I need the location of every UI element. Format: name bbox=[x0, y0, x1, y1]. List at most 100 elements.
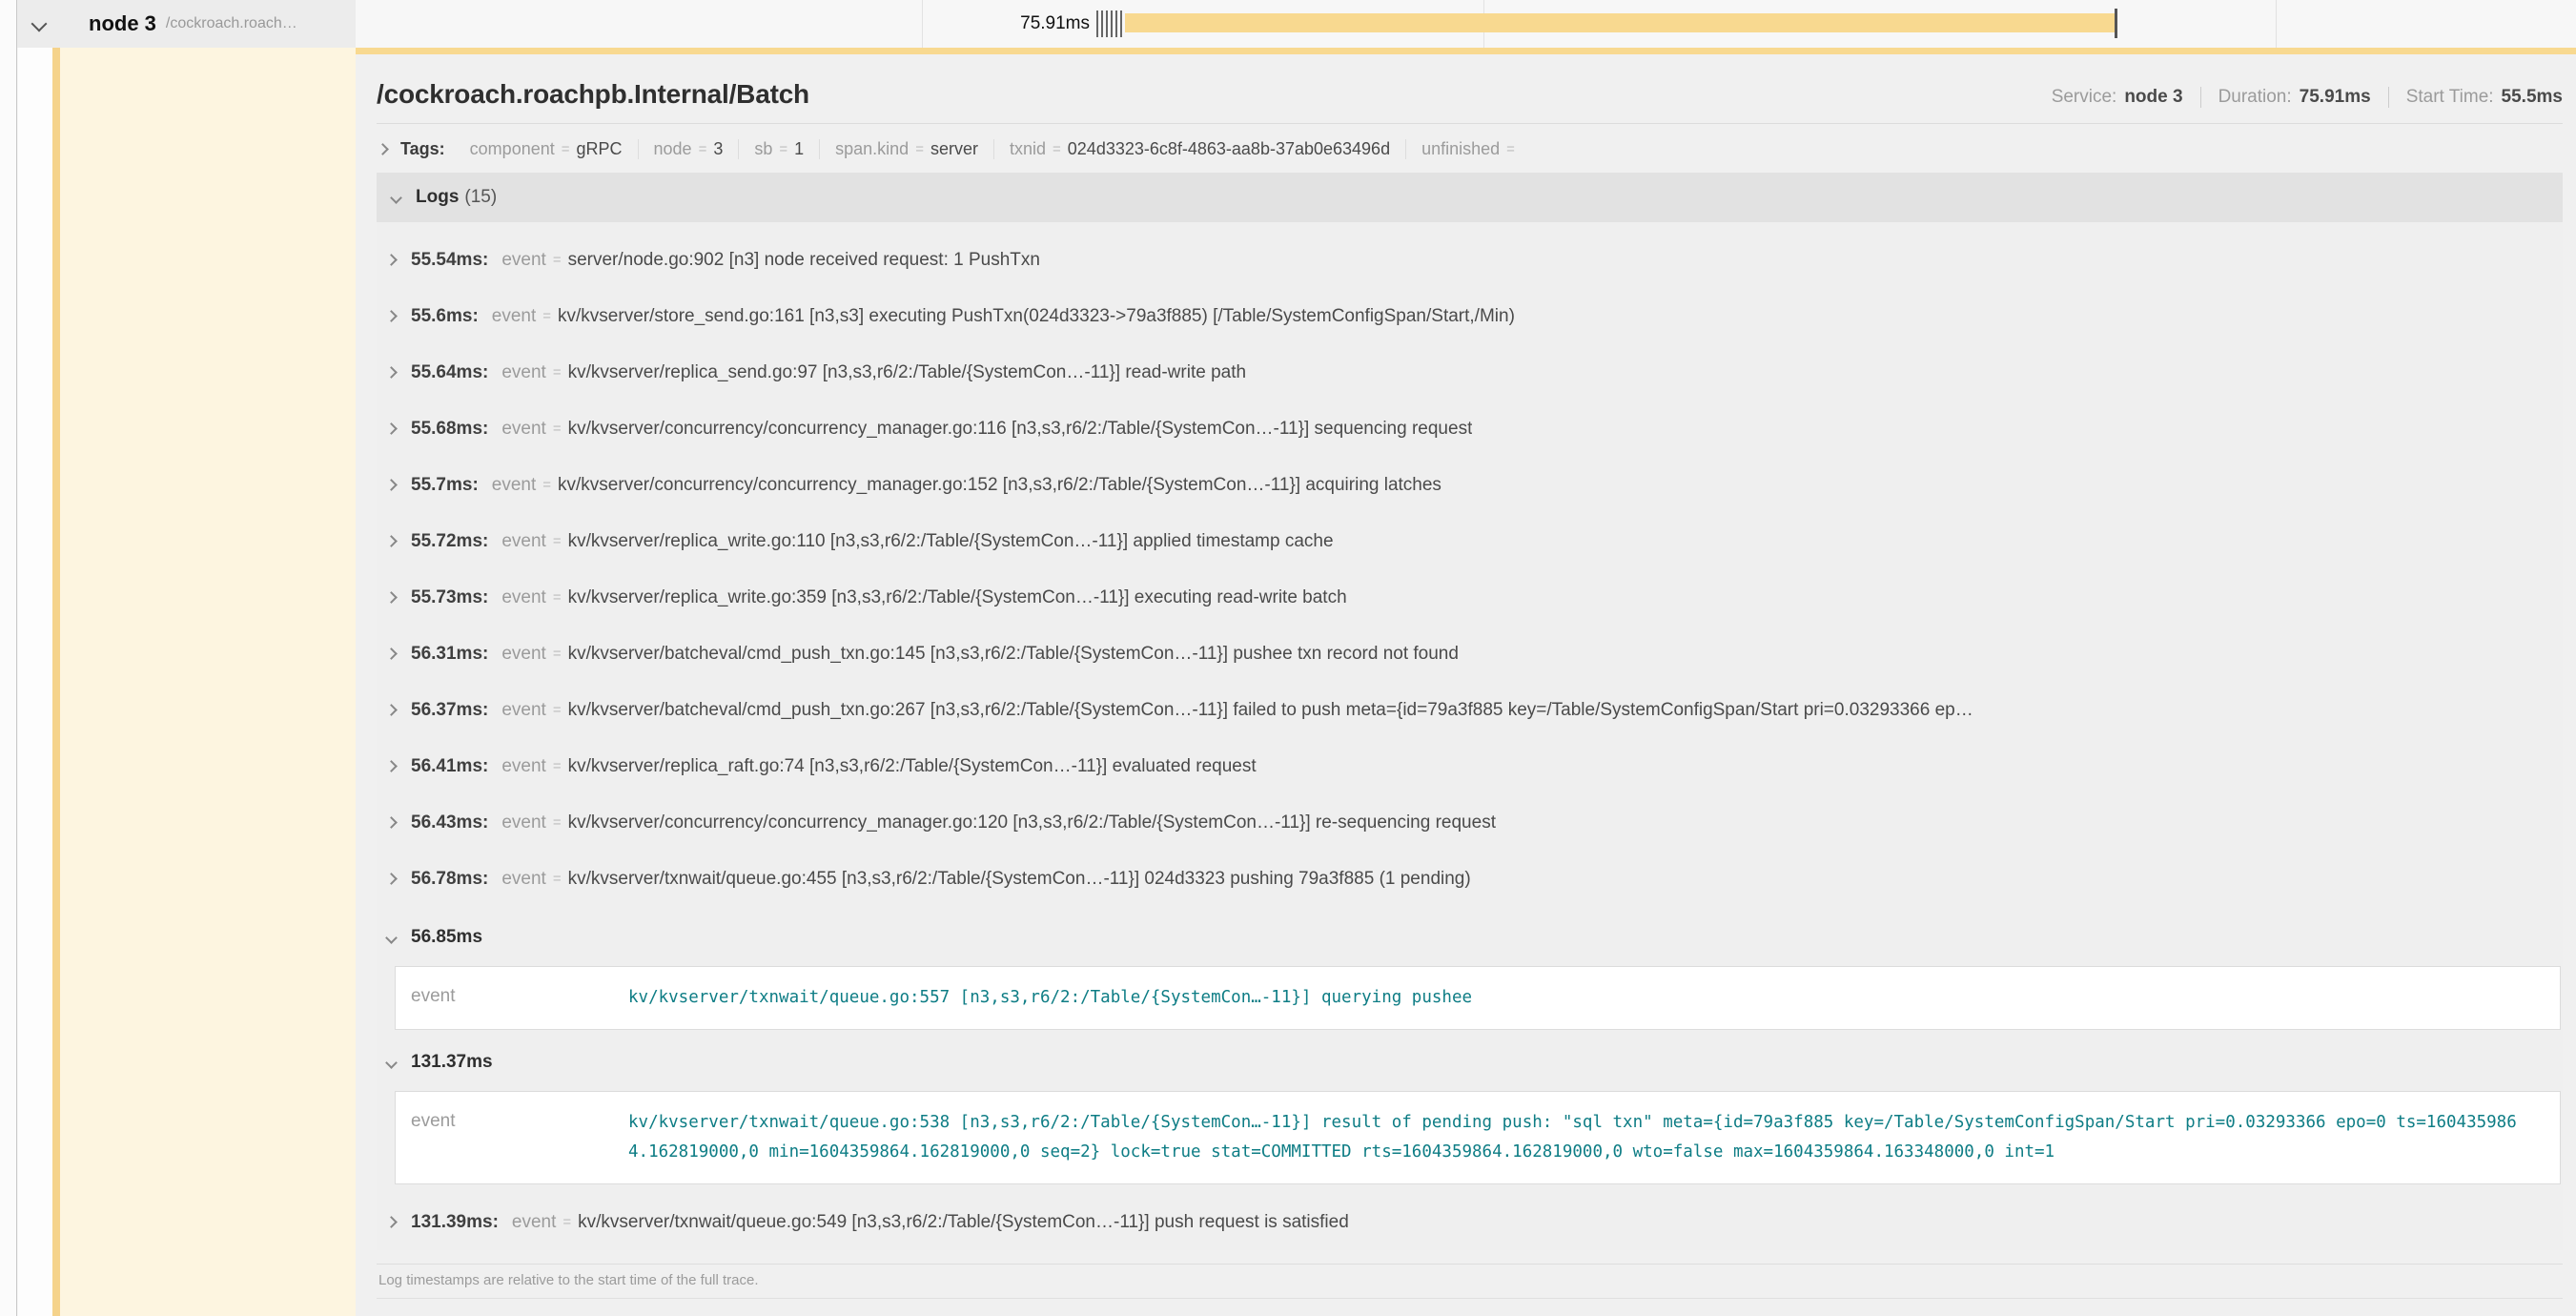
log-message: kv/kvserver/store_send.go:161 [n3,s3] ex… bbox=[558, 306, 1515, 327]
tag-key: sb bbox=[754, 139, 772, 159]
log-row[interactable]: 56.41ms: event = kv/kvserver/replica_raft.g… bbox=[377, 738, 2563, 794]
log-message: kv/kvserver/replica_write.go:359 [n3,s3,… bbox=[568, 587, 1347, 608]
equals-sign: = bbox=[562, 141, 570, 157]
equals-sign: = bbox=[553, 814, 562, 831]
log-row[interactable]: 55.64ms:event=kv/kvserver/replica_send.g… bbox=[377, 344, 2563, 401]
chevron-right-icon bbox=[377, 143, 389, 155]
log-row[interactable]: 55.73ms:event=kv/kvserver/replica_write.… bbox=[377, 569, 2563, 626]
tag-item: span.kind=server bbox=[819, 139, 993, 159]
log-row-expanded-header[interactable]: 131.37ms bbox=[377, 1039, 2563, 1085]
tag-value: 1 bbox=[794, 139, 804, 159]
tag-item: unfinished = bbox=[1405, 139, 1537, 159]
chevron-right-icon bbox=[385, 479, 398, 491]
tag-key: span.kind bbox=[835, 139, 909, 159]
overview-item: Duration:75.91ms bbox=[2218, 87, 2371, 108]
log-tick-marks bbox=[1096, 10, 1125, 37]
span-name-cell[interactable]: node 3 /cockroach.roach… bbox=[17, 0, 356, 48]
log-field-key: event bbox=[492, 475, 536, 496]
overview-item: Service: node 3 bbox=[2052, 87, 2183, 108]
log-row[interactable]: 55.54ms:event=server/node.go:902 [n3] no… bbox=[377, 232, 2563, 288]
overview-label: Start Time: bbox=[2406, 87, 2494, 108]
log-timestamp: 56.78ms: bbox=[411, 869, 488, 890]
log-field-key: event bbox=[501, 869, 545, 890]
chevron-right-icon bbox=[385, 366, 398, 379]
log-message: kv/kvserver/replica_raft.go:74 [n3,s3,r6… bbox=[568, 756, 1257, 777]
log-field-key: event bbox=[501, 362, 545, 383]
log-row[interactable]: 55.72ms:event=kv/kvserver/replica_write.… bbox=[377, 513, 2563, 569]
log-message: kv/kvserver/replica_write.go:110 [n3,s3,… bbox=[568, 531, 1334, 552]
chevron-down-icon bbox=[390, 192, 402, 204]
log-message: kv/kvserver/concurrency/concurrency_mana… bbox=[568, 419, 1473, 440]
span-duration-label: 75.91ms bbox=[1020, 0, 1090, 48]
log-row-expanded-header[interactable]: 56.85ms bbox=[377, 915, 2563, 960]
overview-value: 55.5ms bbox=[2502, 87, 2563, 108]
log-field-key: event bbox=[501, 700, 545, 721]
log-row[interactable]: 131.39ms:event=kv/kvserver/txnwait/queue… bbox=[377, 1194, 2563, 1250]
chevron-right-icon bbox=[385, 1216, 398, 1228]
log-timestamp: 56.41ms: bbox=[411, 756, 488, 777]
log-field-key: event bbox=[501, 756, 545, 777]
left-gutter bbox=[0, 0, 17, 1316]
tags-label: Tags: bbox=[400, 139, 445, 159]
log-row[interactable]: 56.43ms:event=kv/kvserver/concurrency/co… bbox=[377, 794, 2563, 851]
tag-key: node bbox=[654, 139, 692, 159]
log-row[interactable]: 55.7ms:event=kv/kvserver/concurrency/con… bbox=[377, 457, 2563, 513]
equals-sign: = bbox=[553, 758, 562, 774]
log-row[interactable]: 56.37ms:event=kv/kvserver/batcheval/cmd_… bbox=[377, 682, 2563, 738]
tag-key: unfinished bbox=[1421, 139, 1500, 159]
log-field-key: event bbox=[492, 306, 536, 327]
tag-item: sb=1 bbox=[738, 139, 819, 159]
log-event-box: eventkv/kvserver/txnwait/queue.go:557 [n… bbox=[395, 966, 2561, 1030]
log-field-key: event bbox=[501, 250, 545, 271]
chevron-right-icon bbox=[385, 591, 398, 604]
tag-value: server bbox=[930, 139, 978, 159]
timeline-gridline bbox=[2276, 0, 2277, 48]
log-timestamp: 55.64ms: bbox=[411, 362, 488, 383]
log-row[interactable]: 55.6ms:event=kv/kvserver/store_send.go:1… bbox=[377, 288, 2563, 344]
tags-accordion[interactable]: Tags: component=gRPCnode=3sb=1span.kind=… bbox=[377, 124, 2563, 173]
overview-label: Service: bbox=[2052, 87, 2117, 108]
chevron-right-icon bbox=[385, 760, 398, 772]
equals-sign: = bbox=[553, 871, 562, 887]
span-name-column-highlight bbox=[60, 48, 356, 1316]
tag-key: component bbox=[470, 139, 555, 159]
tags-list: component=gRPCnode=3sb=1span.kind=server… bbox=[455, 139, 1537, 159]
equals-sign: = bbox=[542, 477, 551, 493]
log-field-key: event bbox=[501, 812, 545, 833]
log-message: kv/kvserver/concurrency/concurrency_mana… bbox=[568, 812, 1496, 833]
log-row[interactable]: 56.31ms:event=kv/kvserver/batcheval/cmd_… bbox=[377, 626, 2563, 682]
chevron-down-icon bbox=[31, 16, 48, 32]
equals-sign: = bbox=[699, 141, 707, 157]
equals-sign: = bbox=[1506, 141, 1515, 157]
tag-value: 3 bbox=[713, 139, 723, 159]
log-timestamp: 55.7ms: bbox=[411, 475, 479, 496]
log-row[interactable]: 55.68ms:event=kv/kvserver/concurrency/co… bbox=[377, 401, 2563, 457]
logs-section: Logs (15) 55.54ms:event=server/node.go:9… bbox=[377, 173, 2563, 1299]
overview-label: Duration: bbox=[2218, 87, 2292, 108]
trace-span-row: node 3 /cockroach.roach… 75.91ms bbox=[0, 0, 2576, 48]
log-field-key: event bbox=[512, 1212, 556, 1233]
chevron-down-icon bbox=[385, 1057, 398, 1069]
log-message: kv/kvserver/batcheval/cmd_push_txn.go:14… bbox=[568, 644, 1459, 665]
chevron-right-icon bbox=[385, 422, 398, 435]
equals-sign: = bbox=[553, 702, 562, 718]
span-detail-header: /cockroach.roachpb.Internal/Batch Servic… bbox=[377, 54, 2563, 123]
overview-value: node 3 bbox=[2124, 87, 2182, 108]
tag-item: component=gRPC bbox=[455, 139, 638, 159]
logs-count: (15) bbox=[464, 187, 497, 208]
log-row[interactable]: 56.78ms:event=kv/kvserver/txnwait/queue.… bbox=[377, 851, 2563, 907]
logs-accordion-header[interactable]: Logs (15) bbox=[377, 173, 2563, 222]
collapse-span-button[interactable] bbox=[25, 0, 53, 48]
log-field-key: event bbox=[501, 419, 545, 440]
equals-sign: = bbox=[553, 589, 562, 606]
span-duration-bar[interactable] bbox=[1125, 13, 2115, 32]
log-timestamp: 55.73ms: bbox=[411, 587, 488, 608]
tag-key: txnid bbox=[1010, 139, 1046, 159]
log-timestamp: 55.68ms: bbox=[411, 419, 488, 440]
equals-sign: = bbox=[553, 646, 562, 662]
log-message: kv/kvserver/replica_send.go:97 [n3,s3,r6… bbox=[568, 362, 1246, 383]
equals-sign: = bbox=[553, 533, 562, 549]
log-field-key: event bbox=[501, 531, 545, 552]
log-timestamp: 131.37ms bbox=[411, 1052, 493, 1073]
chevron-right-icon bbox=[385, 816, 398, 829]
